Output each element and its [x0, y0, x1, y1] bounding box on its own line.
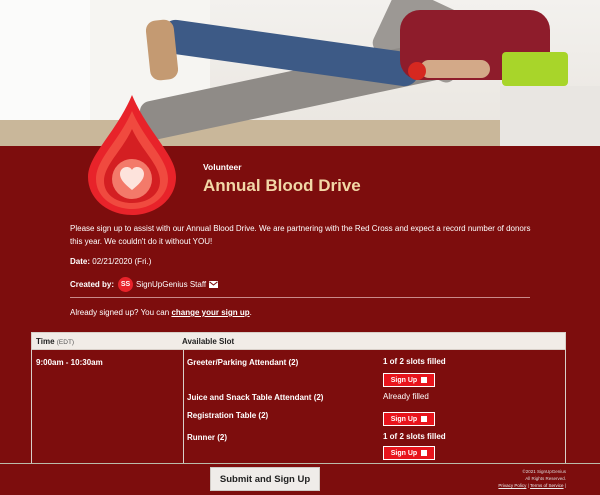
event-title: Annual Blood Drive [203, 176, 361, 195]
already-suffix: . [249, 308, 252, 317]
hero-cart [500, 86, 600, 146]
date-value: 02/21/2020 (Fri.) [92, 257, 152, 266]
submit-button[interactable]: Submit and Sign Up [210, 467, 320, 491]
already-signed-up: Already signed up? You can change your s… [70, 308, 252, 317]
slots-table-body: 9:00am - 10:30am Greeter/Parking Attenda… [31, 350, 566, 463]
slot-status: Already filled [383, 392, 429, 401]
created-by-label: Created by: [70, 280, 115, 289]
date-label: Date: [70, 257, 91, 266]
slot-column-header: Available Slot [182, 336, 235, 346]
rights-text: All Rights Reserved. [525, 476, 566, 481]
sign-up-label: Sign Up [390, 449, 418, 457]
hero-donor-arm [420, 60, 490, 78]
hero-basket [502, 52, 568, 86]
event-subtitle: Volunteer [203, 162, 242, 172]
terms-of-service-link[interactable]: Terms of Service [530, 483, 564, 488]
copyright: ©2021 SignUpGenius All Rights Reserved. … [498, 468, 566, 489]
sign-up-label: Sign Up [390, 376, 418, 384]
checkbox-icon [421, 377, 428, 383]
divider [70, 297, 530, 298]
event-description: Please sign up to assist with our Annual… [70, 224, 531, 246]
slot-status: 1 of 2 slots filled [383, 357, 446, 366]
mail-icon[interactable] [209, 281, 219, 288]
sign-up-button[interactable]: Sign Up [383, 446, 435, 460]
sign-up-label: Sign Up [390, 415, 418, 423]
column-divider [183, 350, 184, 463]
slot-name: Juice and Snack Table Attendant (2) [187, 393, 324, 402]
sign-up-button[interactable]: Sign Up [383, 373, 435, 387]
copyright-text: ©2021 SignUpGenius [522, 469, 566, 474]
change-signup-link[interactable]: change your sign up [171, 308, 249, 317]
slot-status: 1 of 2 slots filled [383, 432, 446, 441]
privacy-policy-link[interactable]: Privacy Policy [498, 483, 526, 488]
slot-name: Registration Table (2) [187, 411, 269, 420]
slots-table-header: Time (EDT) Available Slot [31, 332, 566, 350]
time-column-header: Time (EDT) [32, 337, 182, 346]
event-creator: Created by: SS SignUpGenius Staff [70, 277, 219, 292]
footer-separator: | [564, 483, 566, 488]
blood-drop-heart-icon [88, 95, 176, 215]
slot-name: Greeter/Parking Attendant (2) [187, 358, 299, 367]
event-date: Date: 02/21/2020 (Fri.) [70, 257, 151, 266]
time-header-label: Time [36, 336, 55, 346]
footer-separator: | [527, 483, 529, 488]
checkbox-icon [421, 416, 428, 422]
sign-up-button[interactable]: Sign Up [383, 412, 435, 426]
creator-name: SignUpGenius Staff [136, 280, 207, 289]
hero-stress-ball [408, 62, 426, 80]
avatar: SS [118, 277, 134, 292]
checkbox-icon [421, 450, 428, 456]
already-prefix: Already signed up? You can [70, 308, 170, 317]
time-zone-label: (EDT) [56, 338, 75, 346]
slot-name: Runner (2) [187, 433, 227, 442]
time-cell: 9:00am - 10:30am [36, 358, 103, 367]
